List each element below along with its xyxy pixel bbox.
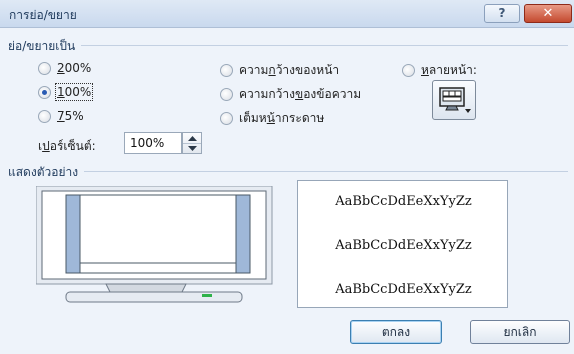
radio-100[interactable]: 100% (38, 83, 94, 101)
radio-75[interactable]: 75% (38, 109, 84, 123)
chevron-down-icon (187, 146, 197, 151)
radio-200-label: 200% (57, 61, 92, 75)
radio-75-label: 75% (57, 109, 84, 123)
ok-button[interactable]: ตกลง (350, 320, 442, 344)
sample-text-line: AaBbCcDdEeXxYyZz (335, 282, 472, 297)
percent-input[interactable]: 100% (124, 132, 182, 154)
sample-text-line: AaBbCcDdEeXxYyZz (335, 238, 472, 253)
spin-down-arrow[interactable] (183, 143, 201, 153)
radio-page-width-label: ความกว้างของหน้า (239, 63, 340, 77)
help-button[interactable]: ? (484, 4, 520, 23)
radio-many-pages-label: หลายหน้า: (421, 63, 477, 77)
zoom-dialog: การย่อ/ขยาย ? ✕ ย่อ/ขยายเป็น 200% 100% 7… (0, 0, 574, 354)
radio-many-pages-indicator (402, 64, 415, 77)
radio-text-width[interactable]: ความกว้างของข้อความ (220, 85, 361, 104)
radio-75-indicator (38, 109, 51, 123)
radio-200[interactable]: 200% (38, 61, 91, 75)
radio-text-width-label: ความกว้างของข้อความ (239, 87, 362, 101)
radio-100-label: 100% (54, 83, 94, 101)
radio-100-indicator (38, 85, 51, 99)
preview-group-label: แสดงตัวอย่าง (8, 163, 85, 182)
radio-text-width-indicator (220, 88, 233, 101)
title-bar[interactable]: การย่อ/ขยาย ? ✕ (0, 0, 574, 28)
dialog-title: การย่อ/ขยาย (9, 8, 77, 22)
monitor-preview-icon (35, 185, 273, 303)
preview-group-divider (8, 171, 568, 172)
monitor-preview (35, 185, 274, 314)
radio-page-width[interactable]: ความกว้างของหน้า (220, 61, 339, 80)
spin-up-arrow[interactable] (183, 133, 201, 143)
percent-label: เปอร์เซ็นต์: (38, 139, 96, 153)
sample-text-line: AaBbCcDdEeXxYyZz (335, 194, 472, 209)
radio-whole-page-label: เต็มหน้ากระดาษ (239, 111, 325, 125)
radio-whole-page-indicator (220, 112, 233, 125)
zoom-group-divider (8, 45, 568, 46)
many-pages-button[interactable] (432, 80, 476, 120)
zoom-group-label: ย่อ/ขยายเป็น (8, 37, 82, 56)
radio-many-pages[interactable]: หลายหน้า: (402, 61, 477, 80)
cancel-button[interactable]: ยกเลิก (470, 320, 570, 344)
radio-page-width-indicator (220, 64, 233, 77)
radio-200-indicator (38, 61, 51, 75)
radio-whole-page[interactable]: เต็มหน้ากระดาษ (220, 109, 324, 128)
close-button[interactable]: ✕ (524, 4, 572, 23)
text-sample-preview: AaBbCcDdEeXxYyZz AaBbCcDdEeXxYyZz AaBbCc… (297, 180, 508, 308)
monitor-pages-icon (439, 87, 471, 113)
percent-spinner[interactable] (182, 132, 202, 154)
chevron-up-icon (187, 135, 197, 141)
